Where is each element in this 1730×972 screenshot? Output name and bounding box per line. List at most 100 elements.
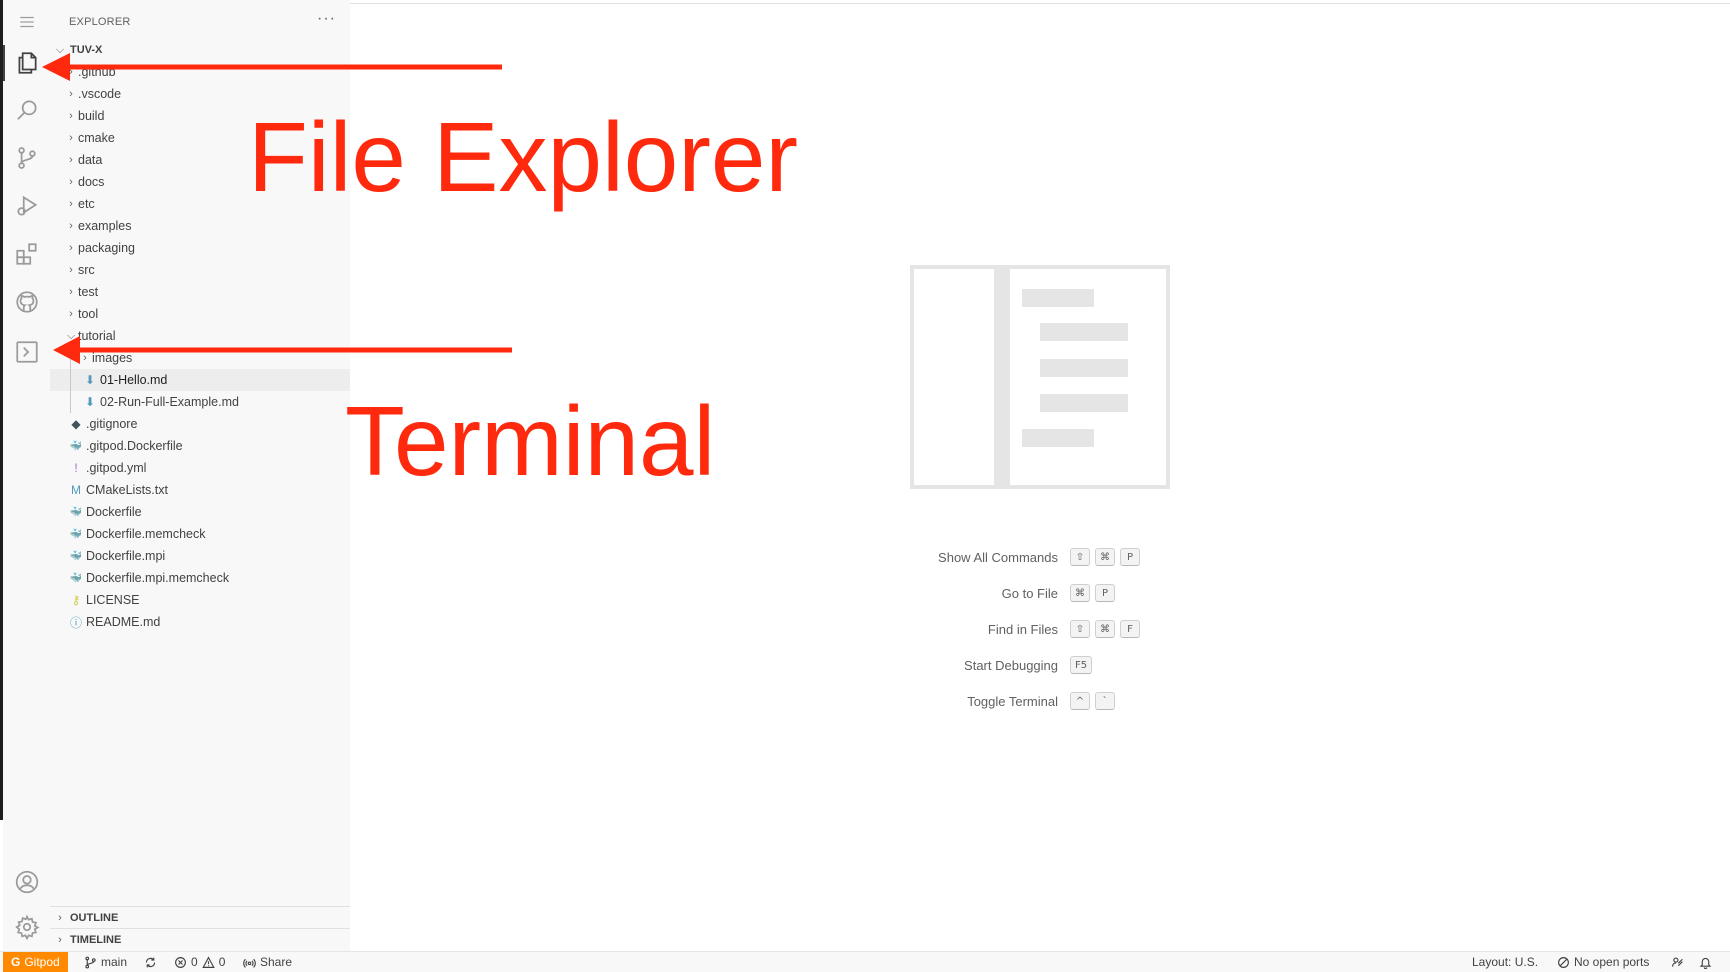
chevron-right-icon: ›	[69, 88, 73, 100]
feedback-button[interactable]	[1671, 952, 1684, 972]
error-icon	[175, 956, 186, 968]
explorer-item-label: docs	[78, 175, 105, 189]
explorer-item[interactable]: ! .gitpod.yml	[50, 457, 350, 479]
explorer-item-label: images	[92, 351, 133, 365]
chevron-right-icon: ›	[69, 308, 73, 320]
source-control-activity-button[interactable]	[3, 136, 50, 180]
accounts-button[interactable]	[3, 860, 50, 904]
docker-icon: 🐳	[69, 506, 83, 518]
git-icon: ◆	[71, 417, 81, 431]
menu-button[interactable]	[3, 0, 50, 44]
explorer-item-label: examples	[78, 219, 132, 233]
no-ports-icon	[1558, 956, 1569, 968]
workspace-root[interactable]: ⌵ TUV-X	[50, 40, 350, 60]
explorer-item-label: cmake	[78, 131, 115, 145]
sync-button[interactable]	[144, 952, 157, 972]
terminal-annotation: Terminal	[345, 386, 716, 496]
account-icon	[15, 870, 38, 894]
warning-count: 0	[218, 955, 226, 969]
branch-indicator[interactable]: main	[84, 952, 127, 972]
explorer-item[interactable]: 🐳 Dockerfile.mpi	[50, 545, 350, 567]
docker-icon: 🐳	[69, 440, 83, 452]
chevron-right-icon: ›	[83, 352, 87, 364]
explorer-item-label: build	[78, 109, 105, 123]
explorer-item-label: .gitpod.yml	[86, 461, 147, 475]
key-cap: ⌘	[1095, 548, 1115, 566]
explorer-item[interactable]: › src	[50, 259, 350, 281]
terminal-icon	[15, 341, 38, 363]
explorer-item[interactable]: 🐳 Dockerfile.memcheck	[50, 523, 350, 545]
editor-watermark-logo	[910, 265, 1170, 489]
remote-label: Gitpod	[24, 955, 60, 969]
explorer-item[interactable]: › examples	[50, 215, 350, 237]
github-activity-button[interactable]	[3, 280, 50, 324]
share-icon	[243, 958, 256, 968]
docker-icon: 🐳	[69, 528, 83, 540]
explorer-item-label: src	[78, 263, 95, 277]
explorer-item-label: Dockerfile.mpi	[86, 549, 166, 563]
shortcut-hint: Find in Files ⇧ ⌘ F	[830, 620, 1230, 656]
explorer-item[interactable]: › images	[50, 347, 350, 369]
sync-icon	[145, 957, 156, 967]
explorer-item[interactable]: ⬇ 02-Run-Full-Example.md	[50, 391, 350, 413]
explorer-item[interactable]: M CMakeLists.txt	[50, 479, 350, 501]
explorer-item-label: tutorial	[78, 329, 116, 343]
explorer-item[interactable]: ◆ .gitignore	[50, 413, 350, 435]
shortcut-hint: Toggle Terminal ^ `	[830, 692, 1230, 728]
more-actions-button[interactable]: ···	[317, 10, 336, 28]
explorer-item-label: test	[78, 285, 99, 299]
explorer-item-label: Dockerfile.memcheck	[86, 527, 206, 541]
chevron-right-icon: ›	[69, 66, 73, 78]
chevron-right-icon: ›	[69, 176, 73, 188]
remote-indicator[interactable]: G Gitpod	[3, 952, 68, 972]
explorer-item[interactable]: › tool	[50, 303, 350, 325]
explorer-item-label: Dockerfile.mpi.memcheck	[86, 571, 230, 585]
workspace-root-label: TUV-X	[70, 44, 103, 56]
settings-button[interactable]	[3, 905, 50, 949]
info-icon: ⓘ	[69, 615, 82, 630]
explorer-item[interactable]: ⌵ tutorial	[50, 325, 350, 347]
chevron-right-icon: ›	[58, 933, 62, 946]
explorer-item[interactable]: ⬇ 01-Hello.md	[50, 369, 350, 391]
shortcut-hints: Show All Commands ⇧ ⌘ P Go to File ⌘ P Find in …	[830, 548, 1230, 728]
explorer-item[interactable]: › test	[50, 281, 350, 303]
search-activity-button[interactable]	[3, 88, 50, 132]
keyboard-layout-indicator[interactable]: Layout: U.S.	[1472, 952, 1538, 972]
explorer-item[interactable]: 🐳 Dockerfile.mpi.memcheck	[50, 567, 350, 589]
key-cap: ⌘	[1095, 620, 1115, 638]
explorer-item-label: packaging	[78, 241, 135, 255]
outline-section[interactable]: › OUTLINE	[50, 906, 350, 928]
chevron-down-icon: ⌵	[66, 329, 76, 342]
indent-guide	[70, 369, 71, 391]
shortcut-label: Go to File	[1001, 586, 1058, 601]
problems-indicator[interactable]: 0 0	[174, 952, 225, 972]
explorer-item-label: tool	[78, 307, 99, 321]
terminal-activity-button[interactable]	[3, 330, 50, 374]
key-cap: ⇧	[1070, 620, 1090, 638]
explorer-item-label: 02-Run-Full-Example.md	[100, 395, 239, 409]
chevron-down-icon: ⌵	[55, 43, 65, 56]
markdown-icon: ⬇	[84, 373, 96, 387]
outline-label: OUTLINE	[70, 911, 119, 924]
timeline-section[interactable]: › TIMELINE	[50, 928, 350, 950]
explorer-item[interactable]: ⚷ LICENSE	[50, 589, 350, 611]
notifications-button[interactable]	[1699, 952, 1712, 972]
extensions-activity-button[interactable]	[3, 232, 50, 276]
explorer-item[interactable]: 🐳 .gitpod.Dockerfile	[50, 435, 350, 457]
shortcut-hint: Show All Commands ⇧ ⌘ P	[830, 548, 1230, 584]
explorer-item[interactable]: › .github	[50, 61, 350, 83]
explorer-item-label: .github	[78, 65, 116, 79]
chevron-right-icon: ›	[69, 220, 73, 232]
keybinding: ⇧ ⌘ P	[1070, 548, 1140, 566]
explorer-item[interactable]: ⓘ README.md	[50, 611, 350, 633]
explorer-title: EXPLORER	[69, 16, 131, 28]
explorer-activity-button[interactable]	[3, 41, 50, 85]
key-cap: P	[1120, 548, 1140, 566]
key-cap: ⌘	[1070, 584, 1090, 602]
explorer-item-label: README.md	[86, 615, 161, 629]
run-debug-activity-button[interactable]	[3, 184, 50, 228]
ports-indicator[interactable]: No open ports	[1557, 952, 1649, 972]
explorer-item[interactable]: › packaging	[50, 237, 350, 259]
explorer-item[interactable]: 🐳 Dockerfile	[50, 501, 350, 523]
share-button[interactable]: Share	[243, 952, 292, 972]
